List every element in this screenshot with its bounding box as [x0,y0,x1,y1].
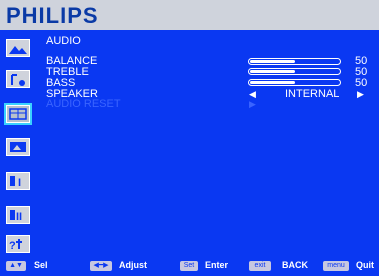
adjust-label: Adjust [119,260,147,270]
philips-logo: PHILIPS [6,3,99,28]
svg-text:II: II [16,211,22,223]
exit-key: exit [249,261,271,271]
menu-key: menu [323,261,349,271]
configuration-1-icon[interactable]: I [6,172,30,190]
audio-icon[interactable] [6,70,30,88]
audio-reset-pointer-icon: ▶ [249,99,256,109]
bass-slider[interactable] [248,79,341,86]
treble-slider-fill [250,70,295,73]
set-key: Set [180,261,198,271]
svg-text:I: I [18,177,21,189]
advanced-option-icon[interactable]: ? [6,235,30,253]
footer-bar: ▲▼ Sel ◀━▶ Adjust Set Enter exit BACK me… [0,256,379,276]
speaker-right-arrow-icon[interactable]: ▶ [357,89,364,100]
bass-slider-fill [250,81,295,84]
picture-icon[interactable] [6,39,30,57]
menu-title: AUDIO [46,35,81,47]
enter-label: Enter [205,260,229,270]
treble-slider[interactable] [248,68,341,75]
screen-icon[interactable] [4,103,32,125]
left-right-key-icon: ◀━▶ [90,261,112,271]
display-icon[interactable] [6,138,30,156]
sel-label: Sel [34,260,48,270]
speaker-value: INTERNAL [285,88,340,100]
bass-value: 50 [355,77,368,89]
balance-slider-fill [250,60,295,63]
sidebar-menu: I II ? [0,30,38,256]
up-down-key-icon: ▲▼ [6,261,26,271]
svg-text:?: ? [9,240,16,252]
balance-slider[interactable] [248,58,341,65]
back-label: BACK [282,260,308,270]
configuration-2-icon[interactable]: II [6,206,30,224]
quit-label: Quit [356,260,374,270]
brand-bar: PHILIPS [0,0,379,30]
audio-reset-label[interactable]: AUDIO RESET [46,99,121,110]
